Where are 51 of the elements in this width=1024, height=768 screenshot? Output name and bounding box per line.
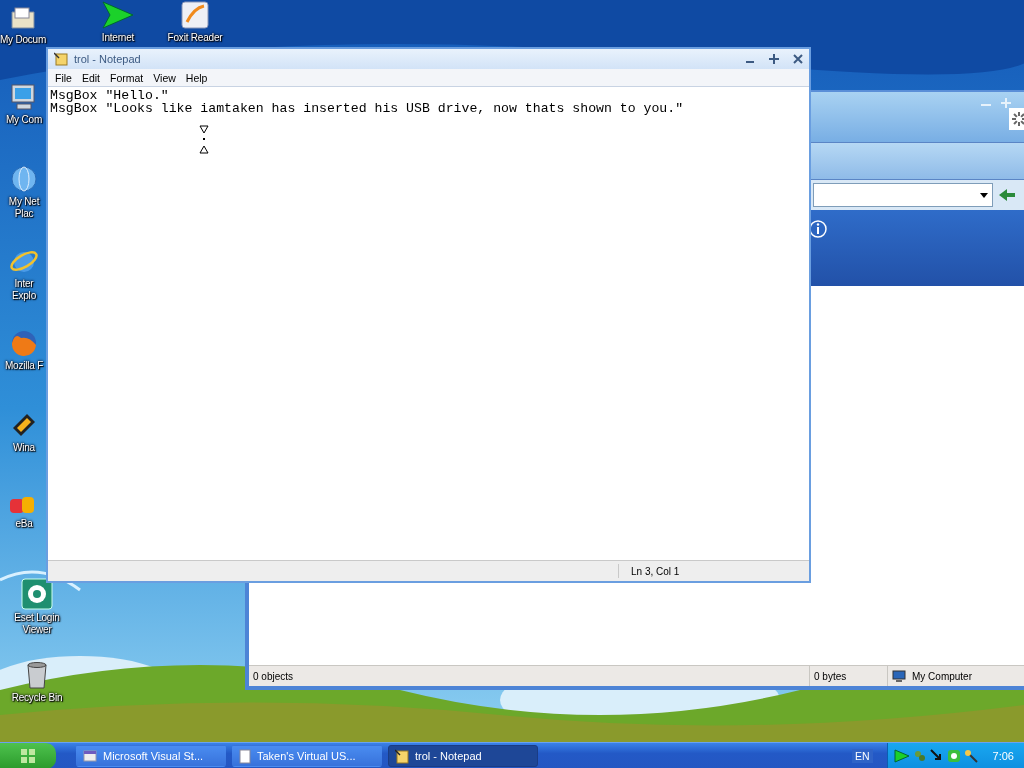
play-icon[interactable] (893, 749, 910, 763)
icon-label: Inter Explo (11, 278, 37, 302)
menu-item[interactable]: Edit (76, 71, 105, 84)
notepad-icon (395, 748, 409, 764)
document-icon (239, 748, 251, 764)
status-text: My Computer (912, 670, 972, 682)
computer-icon (892, 669, 906, 683)
arrow-icon[interactable] (101, 0, 135, 30)
icon-label: Mozilla F (4, 360, 44, 372)
icon-label: My Docum (0, 34, 47, 46)
taskbar-button[interactable]: Microsoft Visual St... (76, 745, 226, 767)
globe-icon[interactable] (9, 328, 39, 358)
globe-icon[interactable] (9, 164, 39, 194)
icon-label: Foxit Reader (167, 32, 223, 44)
notepad-icon (54, 52, 68, 66)
menu-item[interactable]: Help (180, 71, 213, 84)
menu-item[interactable]: View (148, 71, 181, 84)
folder-icon[interactable] (9, 4, 37, 32)
status-text: 0 objects (253, 670, 294, 682)
dropdown-arrow-icon[interactable] (980, 192, 988, 198)
status-text: 0 bytes (814, 670, 847, 682)
icon-label: Wina (13, 442, 35, 454)
close-icon[interactable] (793, 54, 803, 64)
menu-item[interactable]: File (50, 71, 77, 84)
menu-item[interactable]: Format (105, 71, 149, 84)
arrow-icon[interactable] (929, 749, 944, 763)
taskbar-button[interactable]: trol - Notepad (388, 745, 538, 767)
icon-label: Recycle Bin (11, 692, 63, 704)
icon-label: Eset Login Viewer (13, 612, 61, 636)
icon-label: eBa (15, 518, 33, 530)
status-text: Ln 3, Col 1 (631, 565, 680, 577)
hourglass-cursor-icon (199, 125, 209, 155)
address-field[interactable] (813, 183, 993, 207)
icon-label: My Net Plac (7, 196, 41, 220)
text-line: MsgBox "Hello." (50, 89, 170, 102)
start-button[interactable] (0, 743, 56, 768)
window-title: trol - Notepad (74, 53, 142, 65)
text-line: MsgBox "Looks like iamtaken has inserted his USB drive, now thats shown to you." (50, 102, 685, 115)
window-icon (83, 749, 97, 763)
language-indicator[interactable]: EN (852, 749, 873, 763)
text-area[interactable]: MsgBox "Hello." MsgBox "Looks like iamtaken has inserted his USB drive, now thats shown to you." (48, 87, 809, 561)
taskbar-button[interactable]: Taken's Virtual US... (232, 745, 382, 767)
icon-label: Internet (101, 32, 135, 44)
document-icon[interactable] (180, 0, 210, 30)
icon-label: My Com (6, 114, 42, 126)
spinner-icon (1009, 108, 1024, 130)
maximize-icon[interactable] (769, 54, 779, 64)
windows-logo-icon (20, 748, 36, 764)
trash-icon[interactable] (24, 660, 50, 690)
wand-icon[interactable] (963, 749, 978, 763)
info-icon[interactable] (809, 220, 827, 238)
